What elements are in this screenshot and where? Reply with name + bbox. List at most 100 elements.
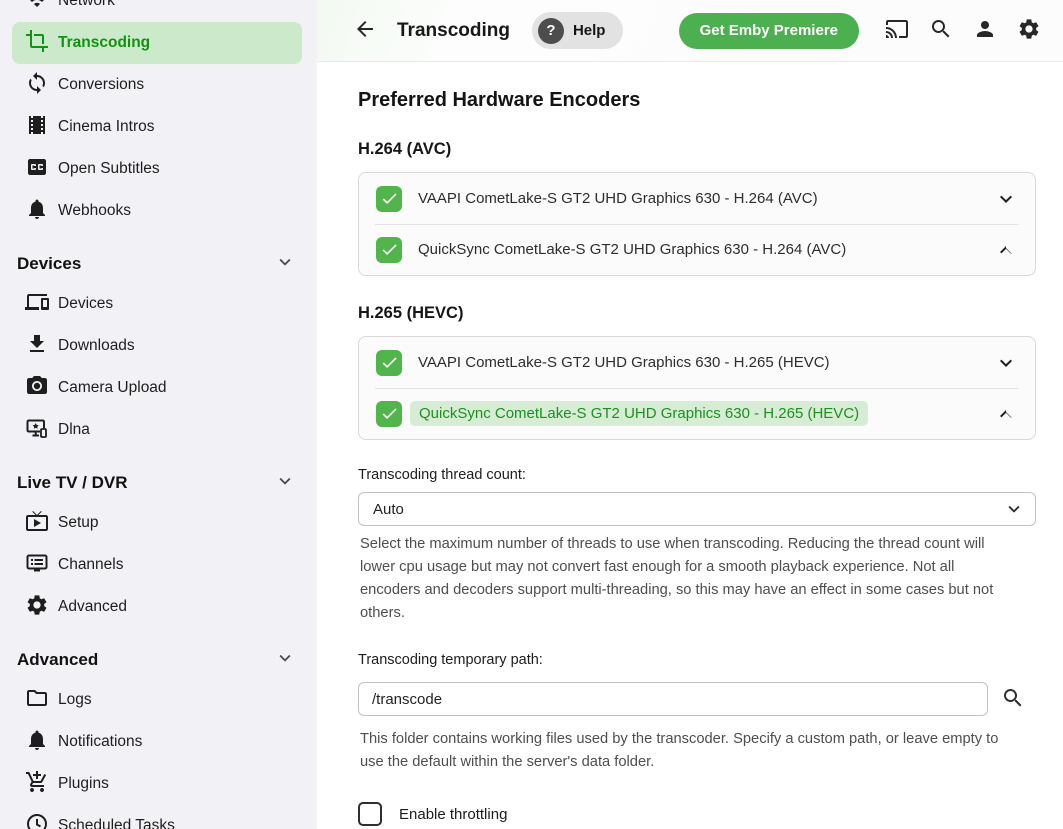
sidebar-item-label: Channels [58, 556, 124, 574]
folder-icon [25, 686, 49, 715]
encoder-card-h265: VAAPI CometLake-S GT2 UHD Graphics 630 -… [358, 336, 1036, 440]
chevron-down-icon[interactable] [994, 351, 1018, 375]
person-icon [973, 17, 997, 44]
encoder-row[interactable]: QuickSync CometLake-S GT2 UHD Graphics 6… [359, 224, 1035, 275]
checkbox-checked[interactable] [376, 186, 402, 212]
chevron-up-icon[interactable] [994, 402, 1018, 426]
sidebar-item-cinema-intros[interactable]: Cinema Intros [12, 106, 302, 148]
download-icon [25, 332, 49, 361]
network-icon [25, 0, 49, 16]
search-button[interactable] [919, 9, 963, 53]
page-title: Transcoding [397, 20, 510, 42]
live-tv-icon [25, 509, 49, 538]
temp-path-input[interactable] [358, 682, 988, 716]
chevron-down-icon [274, 647, 296, 674]
cast-button[interactable] [875, 9, 919, 53]
section-label: Live TV / DVR [17, 473, 128, 493]
encoder-row[interactable]: VAAPI CometLake-S GT2 UHD Graphics 630 -… [359, 337, 1035, 388]
check-icon [380, 189, 399, 208]
sidebar-item-channels[interactable]: Channels [12, 544, 302, 586]
thread-count-value: Auto [373, 501, 404, 518]
transcode-icon [25, 29, 49, 58]
back-arrow-icon [353, 17, 377, 44]
settings-button[interactable] [1007, 9, 1051, 53]
sidebar-item-webhooks[interactable]: Webhooks [12, 190, 302, 232]
check-icon [380, 240, 399, 259]
encoder-row[interactable]: VAAPI CometLake-S GT2 UHD Graphics 630 -… [359, 173, 1035, 224]
help-label: Help [573, 22, 606, 39]
chevron-down-icon [1003, 498, 1025, 520]
temp-path-description: This folder contains working files used … [360, 728, 1018, 774]
chevron-down-icon[interactable] [994, 187, 1018, 211]
sidebar-item-plugins[interactable]: Plugins [12, 763, 302, 805]
checkbox-checked[interactable] [376, 401, 402, 427]
encoder-label-highlighted: QuickSync CometLake-S GT2 UHD Graphics 6… [410, 401, 868, 426]
chevron-down-icon [274, 251, 296, 278]
bell-icon [25, 197, 49, 226]
chevron-down-icon [274, 470, 296, 497]
channel-list-icon [25, 551, 49, 580]
encoder-row[interactable]: QuickSync CometLake-S GT2 UHD Graphics 6… [359, 388, 1035, 439]
temp-path-label: Transcoding temporary path: [358, 652, 1036, 668]
closed-caption-icon [25, 155, 49, 184]
get-emby-premiere-button[interactable]: Get Emby Premiere [679, 13, 859, 49]
gear-icon [1017, 17, 1041, 44]
sidebar-section-devices[interactable]: Devices [0, 245, 317, 283]
sidebar-item-camera-upload[interactable]: Camera Upload [12, 367, 302, 409]
sidebar-item-scheduled-tasks[interactable]: Scheduled Tasks [12, 805, 302, 829]
sidebar-item-setup[interactable]: Setup [12, 502, 302, 544]
sidebar-item-transcoding[interactable]: Transcoding [12, 22, 302, 64]
content-area: Preferred Hardware Encoders H.264 (AVC) … [317, 62, 1063, 829]
encoder-label: QuickSync CometLake-S GT2 UHD Graphics 6… [418, 241, 846, 258]
temp-path-row [358, 677, 1036, 721]
sidebar-item-label: Webhooks [58, 202, 131, 220]
sidebar-item-network[interactable]: Network [12, 0, 302, 22]
help-button[interactable]: ? Help [532, 12, 624, 49]
throttling-section: Enable throttling Emby will dynamically … [358, 802, 1036, 829]
throttling-row: Enable throttling [358, 802, 1036, 826]
check-icon [380, 353, 399, 372]
thread-count-label: Transcoding thread count: [358, 467, 1036, 483]
sidebar-item-dlna[interactable]: Dlna [12, 409, 302, 451]
sidebar-item-label: Setup [58, 514, 99, 532]
page-heading: Preferred Hardware Encoders [358, 89, 1036, 112]
sidebar-item-label: Dlna [58, 421, 90, 439]
chevron-up-icon[interactable] [994, 238, 1018, 262]
sidebar-item-downloads[interactable]: Downloads [12, 325, 302, 367]
sidebar-item-livetv-advanced[interactable]: Advanced [12, 586, 302, 628]
sidebar-item-label: Plugins [58, 775, 109, 793]
checkbox-unchecked[interactable] [358, 802, 382, 826]
bell-icon [25, 728, 49, 757]
film-icon [25, 113, 49, 142]
check-icon [380, 404, 399, 423]
user-button[interactable] [963, 9, 1007, 53]
back-button[interactable] [343, 9, 387, 53]
sidebar-section-live-tv[interactable]: Live TV / DVR [0, 464, 317, 502]
sidebar-item-label: Downloads [58, 337, 135, 355]
sidebar-item-logs[interactable]: Logs [12, 679, 302, 721]
sidebar-section-advanced[interactable]: Advanced [0, 641, 317, 679]
cart-plus-icon [25, 770, 49, 799]
sidebar-item-label: Camera Upload [58, 379, 167, 397]
top-header: Transcoding ? Help Get Emby Premiere [317, 0, 1063, 62]
sidebar-item-notifications[interactable]: Notifications [12, 721, 302, 763]
clock-icon [25, 812, 49, 829]
help-icon: ? [538, 18, 564, 44]
sidebar-item-open-subtitles[interactable]: Open Subtitles [12, 148, 302, 190]
sidebar-item-label: Transcoding [58, 34, 150, 52]
throttling-label: Enable throttling [399, 806, 507, 823]
main-panel: Transcoding ? Help Get Emby Premiere [317, 0, 1063, 829]
sidebar-item-label: Open Subtitles [58, 160, 160, 178]
checkbox-checked[interactable] [376, 237, 402, 263]
checkbox-checked[interactable] [376, 350, 402, 376]
camera-icon [25, 374, 49, 403]
sidebar-item-label: Logs [58, 691, 92, 709]
thread-count-select[interactable]: Auto [358, 492, 1036, 526]
browse-path-button[interactable] [991, 677, 1035, 721]
encoder-label: VAAPI CometLake-S GT2 UHD Graphics 630 -… [418, 190, 818, 207]
sidebar-item-conversions[interactable]: Conversions [12, 64, 302, 106]
sidebar-item-label: Cinema Intros [58, 118, 154, 136]
sidebar-item-devices[interactable]: Devices [12, 283, 302, 325]
section-label: Advanced [17, 650, 98, 670]
search-icon [1001, 686, 1025, 713]
